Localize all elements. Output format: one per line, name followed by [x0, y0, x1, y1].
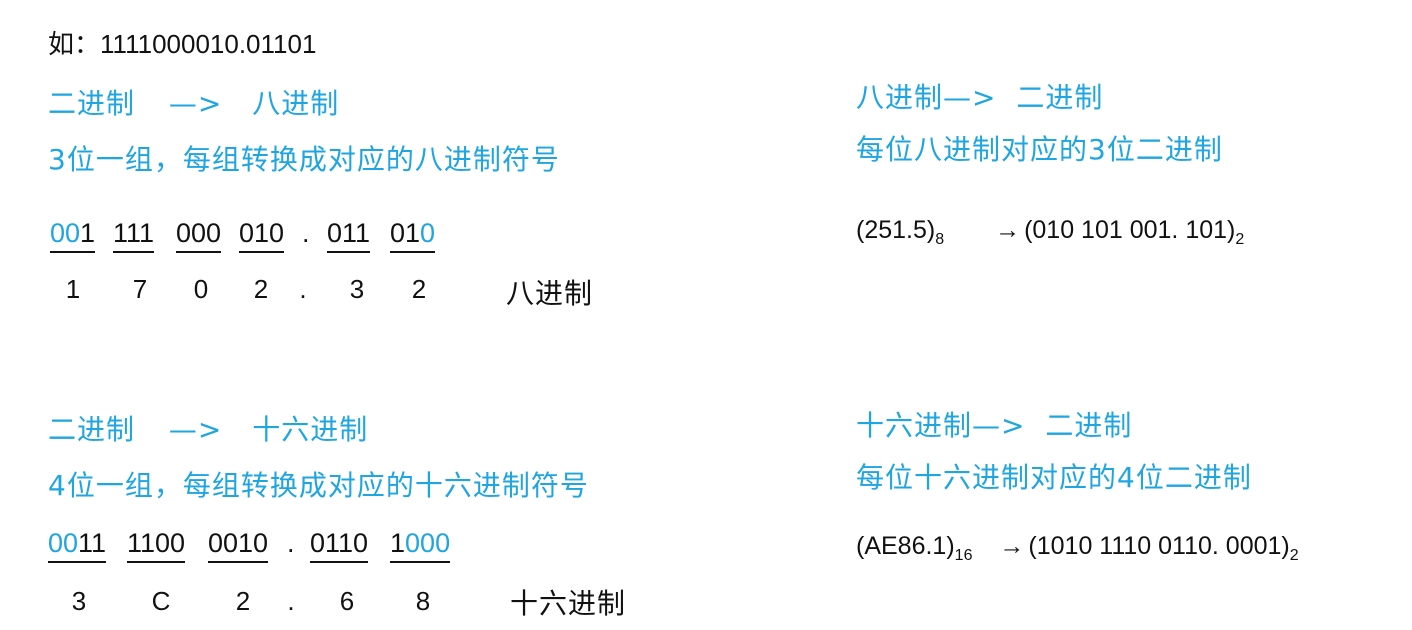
oct-group-1-blue: 00 — [50, 218, 81, 248]
bin-to-oct-rule: 3位一组，每组转换成对应的八进制符号 — [48, 143, 560, 176]
hex-group-1-black: 11 — [78, 528, 107, 558]
hex-digit-4: 6 — [339, 586, 355, 616]
hex-group-2-black: 1100 — [127, 528, 186, 558]
hex-to-bin-rule: 每位十六进制对应的4位二进制 — [856, 461, 1252, 494]
hex-group-1-blue: 00 — [48, 528, 79, 558]
hex-digit-point: . — [287, 586, 295, 616]
oct-digit-2: 7 — [132, 274, 148, 304]
oct-group-6-tail: 0 — [420, 218, 436, 248]
hex-group-3: 0010 — [208, 528, 269, 563]
hex-group-1: 0011 — [48, 528, 107, 563]
bin-to-oct-title-right: 八进制 — [252, 87, 340, 120]
oct-group-4: 010 — [239, 218, 285, 253]
hex-digit-2: C — [151, 586, 171, 616]
oct-group-2-black: 111 — [113, 218, 155, 248]
oct-binary-point: . — [302, 218, 310, 248]
bin-to-oct-title-arrow: —> — [168, 87, 223, 120]
oct-to-bin-rule: 每位八进制对应的3位二进制 — [856, 133, 1223, 166]
oct-group-3-black: 000 — [176, 218, 222, 248]
oct-group-2: 111 — [113, 218, 155, 253]
oct-to-base: 2 — [1235, 231, 1245, 248]
hex-group-5: 1000 — [390, 528, 451, 563]
hex-digit-1: 3 — [71, 586, 87, 616]
bin-to-hex-rule: 4位一组，每组转换成对应的十六进制符号 — [48, 469, 589, 502]
hex-group-5-tail: 000 — [405, 528, 451, 558]
oct-to-bin-conversion: (251.5)8 → (010 101 001. 101)2 — [856, 216, 1244, 249]
oct-group-3: 000 — [176, 218, 222, 253]
bin-to-hex-title-left: 二进制 — [48, 413, 136, 446]
hex-group-4: 0110 — [310, 528, 369, 563]
hex-to-bin-title: 十六进制—> 二进制 — [856, 404, 1132, 444]
intro-label: 如： — [48, 30, 101, 60]
oct-digit-3: 0 — [193, 274, 209, 304]
hex-group-5-black: 1 — [390, 528, 406, 558]
hex-binary-point: . — [287, 528, 295, 558]
oct-to-bin-title-left: 八进制 — [856, 81, 944, 114]
intro-line: 如：1111000010.01101 — [48, 24, 316, 61]
oct-group-1-black: 1 — [80, 218, 96, 248]
oct-digit-1: 1 — [65, 274, 81, 304]
oct-group-4-black: 010 — [239, 218, 285, 248]
hex-from-base: 16 — [954, 547, 973, 564]
oct-to-bin-title: 八进制—> 二进制 — [856, 76, 1103, 116]
oct-group-6-black: 01 — [390, 218, 421, 248]
hex-result-label: 十六进制 — [510, 587, 627, 620]
oct-to-value: (010 101 001. 101) — [1024, 216, 1236, 244]
oct-from-value: (251.5) — [856, 216, 936, 244]
oct-digit-4: 2 — [253, 274, 269, 304]
oct-digit-5: 3 — [349, 274, 365, 304]
hex-to-bin-conversion: (AE86.1)16 → (1010 1110 0110. 0001)2 — [856, 532, 1299, 565]
hex-digit-3: 2 — [235, 586, 251, 616]
oct-arrow-icon: → — [995, 216, 1021, 244]
oct-result-label: 八进制 — [506, 277, 594, 310]
oct-to-bin-title-arrow: —> — [943, 81, 997, 114]
hex-to-bin-title-arrow: —> — [972, 409, 1026, 442]
bin-to-hex-title-arrow: —> — [168, 413, 223, 446]
hex-group-4-black: 0110 — [310, 528, 369, 558]
oct-to-bin-title-right: 二进制 — [1016, 81, 1104, 114]
hex-digit-5: 8 — [415, 586, 431, 616]
oct-group-5-black: 011 — [327, 218, 371, 248]
intro-value: 1111000010.01101 — [100, 29, 317, 59]
hex-group-3-black: 0010 — [208, 528, 269, 558]
hex-to-bin-title-left: 十六进制 — [856, 409, 973, 442]
oct-from-base: 8 — [935, 231, 945, 248]
hex-to-base: 2 — [1289, 547, 1299, 564]
oct-digit-6: 2 — [411, 274, 427, 304]
hex-group-2: 1100 — [127, 528, 186, 563]
hex-to-bin-title-right: 二进制 — [1045, 409, 1133, 442]
hex-arrow-icon: → — [999, 532, 1025, 560]
hex-to-value: (1010 1110 0110. 0001) — [1028, 532, 1290, 560]
bin-to-oct-title: 二进制 —> 八进制 — [48, 82, 339, 122]
oct-group-6: 010 — [390, 218, 436, 253]
bin-to-oct-title-left: 二进制 — [48, 87, 136, 120]
hex-from-value: (AE86.1) — [856, 532, 955, 560]
bin-to-hex-title: 二进制 —> 十六进制 — [48, 408, 368, 448]
bin-to-hex-title-right: 十六进制 — [252, 413, 369, 446]
oct-group-1: 001 — [50, 218, 96, 253]
oct-digit-point: . — [299, 274, 307, 304]
oct-group-5: 011 — [327, 218, 371, 253]
